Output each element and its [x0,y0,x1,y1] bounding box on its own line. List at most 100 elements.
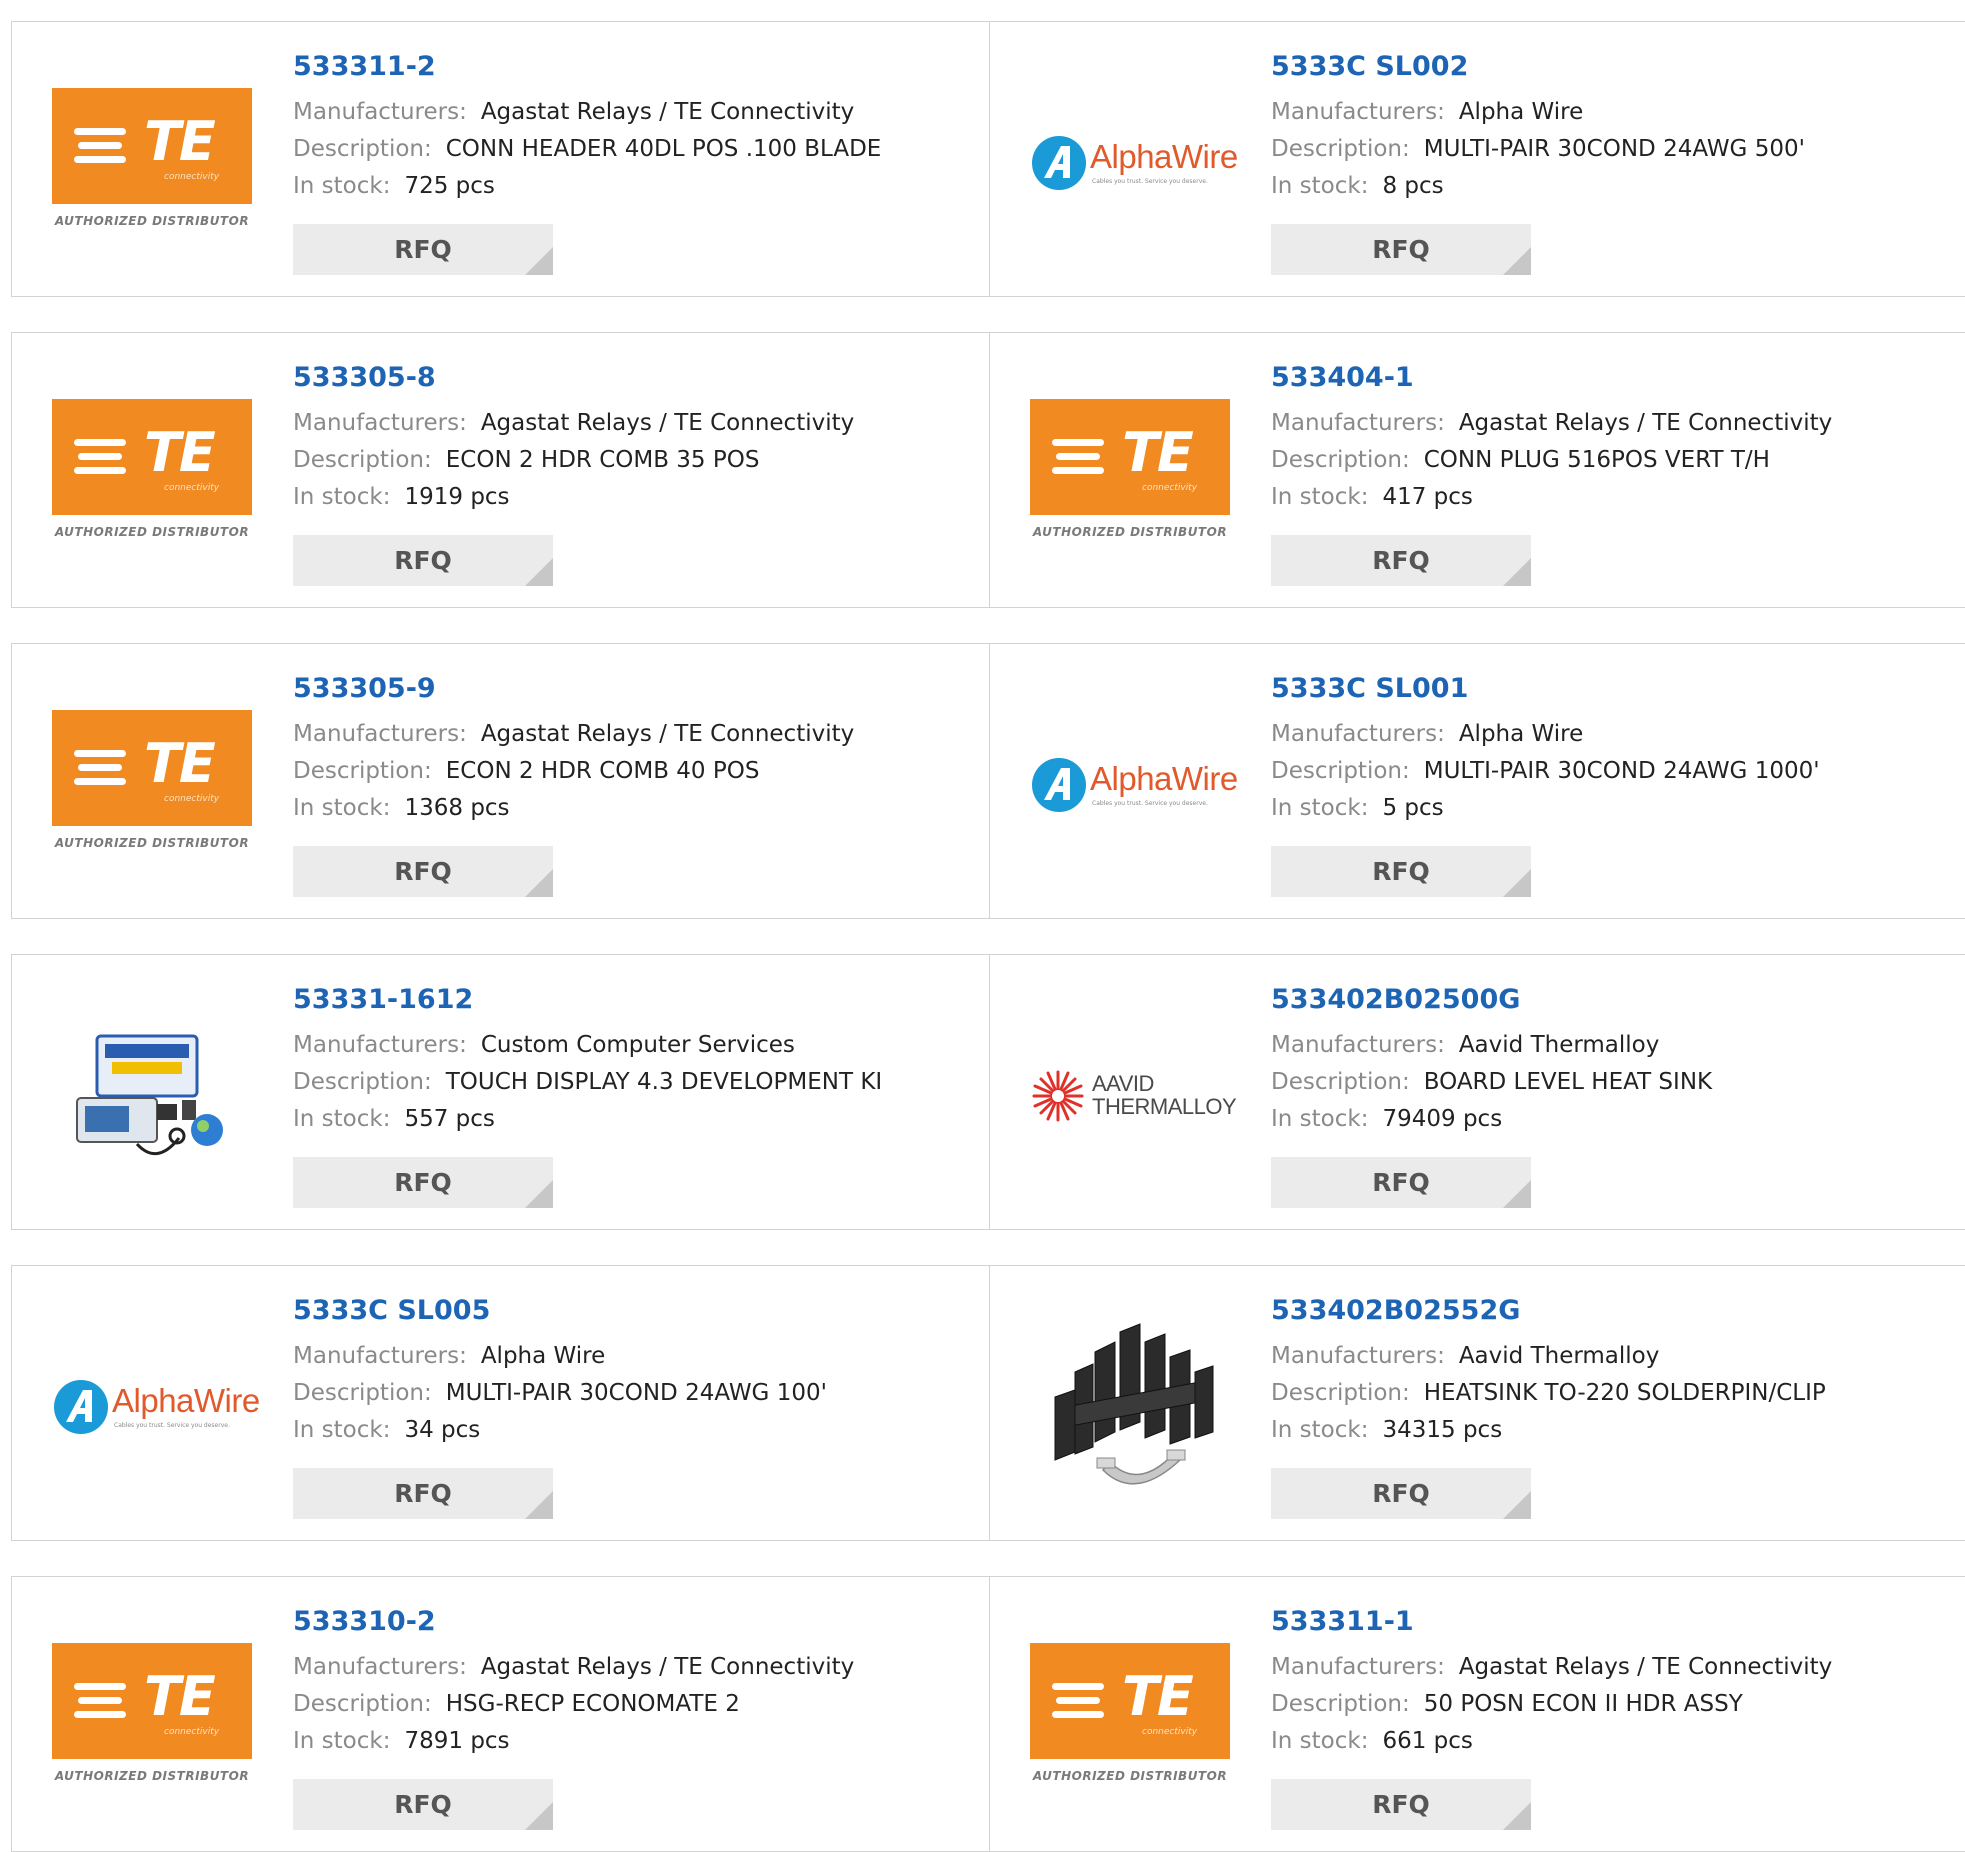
te-bars-icon [74,750,134,786]
part-number-link[interactable]: 533305-8 [293,361,854,395]
manufacturers-label: Manufacturers: [293,1032,467,1058]
corner-triangle-icon [525,1802,553,1830]
in-stock-label: In stock: [1271,795,1369,821]
description-label: Description: [293,1691,432,1717]
aavid-line2: THERMALLOY [1092,1094,1237,1119]
in-stock-label: In stock: [1271,1106,1369,1132]
description-value: MULTI-PAIR 30COND 24AWG 100' [445,1380,827,1406]
manufacturers-label: Manufacturers: [293,721,467,747]
rfq-label: RFQ [394,1168,452,1197]
description-value: HEATSINK TO-220 SOLDERPIN/CLIP [1423,1380,1826,1406]
manufacturer-value: Agastat Relays / TE Connectivity [1458,410,1833,436]
rfq-button[interactable]: RFQ [1271,846,1531,897]
manufacturer-row: Manufacturers: Agastat Relays / TE Connec… [293,405,854,442]
description-label: Description: [1271,1691,1410,1717]
part-number-link[interactable]: 5333C SL005 [293,1294,827,1328]
rfq-label: RFQ [1372,1790,1430,1819]
part-number-link[interactable]: 5333C SL001 [1271,672,1820,706]
manufacturer-logo: AlphaWire Cables you trust. Service you … [1030,710,1238,860]
product-info: 533305-8 Manufacturers: Agastat Relays / T… [293,361,854,516]
manufacturer-value: Agastat Relays / TE Connectivity [480,721,855,747]
part-number-link[interactable]: 533305-9 [293,672,854,706]
te-bars-icon [74,128,134,164]
part-number-link[interactable]: 5333C SL002 [1271,50,1805,84]
te-logo: TE connectivity AUTHORIZED DISTRIBUTOR [52,88,252,238]
corner-triangle-icon [525,1491,553,1519]
manufacturer-row: Manufacturers: Agastat Relays / TE Connec… [293,94,881,131]
stock-row: In stock: 557 pcs [293,1101,882,1138]
part-number-link[interactable]: 533311-1 [1271,1605,1832,1639]
part-number-link[interactable]: 533311-2 [293,50,881,84]
te-logo: TE connectivity AUTHORIZED DISTRIBUTOR [1030,1643,1230,1793]
te-sub-text: connectivity [164,172,220,182]
te-bars-icon [1052,1683,1112,1719]
part-number-link[interactable]: 533402B02500G [1271,983,1712,1017]
stock-value: 8 pcs [1382,173,1444,199]
manufacturer-row: Manufacturers: Agastat Relays / TE Connec… [293,716,854,753]
rfq-button[interactable]: RFQ [1271,1468,1531,1519]
rfq-label: RFQ [394,1479,452,1508]
part-number-link[interactable]: 533404-1 [1271,361,1832,395]
description-value: TOUCH DISPLAY 4.3 DEVELOPMENT KI [445,1069,883,1095]
product-card: TE connectivity AUTHORIZED DISTRIBUTOR 5… [989,332,1965,608]
description-value: ECON 2 HDR COMB 35 POS [445,447,760,473]
rfq-button[interactable]: RFQ [293,846,553,897]
rfq-button[interactable]: RFQ [1271,1779,1531,1830]
rfq-button[interactable]: RFQ [1271,1157,1531,1208]
alphawire-brand-text: AlphaWire [1090,760,1238,797]
part-number-link[interactable]: 53331-1612 [293,983,882,1017]
authorized-distributor-text: AUTHORIZED DISTRIBUTOR [54,525,250,539]
manufacturer-value: Aavid Thermalloy [1458,1032,1660,1058]
rfq-label: RFQ [1372,1168,1430,1197]
in-stock-label: In stock: [293,1417,391,1443]
product-card: TE connectivity AUTHORIZED DISTRIBUTOR 5… [11,1576,990,1852]
rfq-button[interactable]: RFQ [293,1157,553,1208]
te-brand-text: TE [144,732,216,795]
description-row: Description: MULTI-PAIR 30COND 24AWG 100' [293,1375,827,1412]
stock-row: In stock: 8 pcs [1271,168,1805,205]
stock-value: 34 pcs [404,1417,481,1443]
te-brand-text: TE [144,110,216,173]
manufacturer-row: Manufacturers: Custom Computer Services [293,1027,882,1064]
manufacturers-label: Manufacturers: [293,1343,467,1369]
rfq-button[interactable]: RFQ [293,1468,553,1519]
manufacturers-label: Manufacturers: [293,410,467,436]
te-logo: TE connectivity AUTHORIZED DISTRIBUTOR [52,1643,252,1793]
description-row: Description: CONN HEADER 40DL POS .100 BL… [293,131,881,168]
manufacturers-label: Manufacturers: [293,99,467,125]
rfq-button[interactable]: RFQ [293,1779,553,1830]
rfq-button[interactable]: RFQ [1271,535,1531,586]
description-label: Description: [293,1380,432,1406]
rfq-button[interactable]: RFQ [293,224,553,275]
manufacturer-logo: TE connectivity AUTHORIZED DISTRIBUTOR [52,1643,252,1793]
heatsink-image [1054,1323,1214,1485]
part-number-link[interactable]: 533310-2 [293,1605,854,1639]
product-info: 5333C SL001 Manufacturers: Alpha Wire Descr… [1271,672,1820,827]
te-logo: TE connectivity AUTHORIZED DISTRIBUTOR [52,710,252,860]
description-value: CONN PLUG 516POS VERT T/H [1423,447,1770,473]
manufacturer-value: Agastat Relays / TE Connectivity [480,99,855,125]
stock-row: In stock: 34 pcs [293,1412,827,1449]
corner-triangle-icon [1503,1180,1531,1208]
description-value: HSG-RECP ECONOMATE 2 [445,1691,740,1717]
rfq-button[interactable]: RFQ [293,535,553,586]
alphawire-a-icon [1032,136,1086,190]
stock-value: 1368 pcs [404,795,510,821]
alphawire-logo: AlphaWire Cables you trust. Service you … [1030,750,1238,820]
description-row: Description: HEATSINK TO-220 SOLDERPIN/CL… [1271,1375,1826,1412]
manufacturer-row: Manufacturers: Alpha Wire [1271,716,1820,753]
description-label: Description: [1271,1380,1410,1406]
stock-value: 7891 pcs [404,1728,510,1754]
manufacturer-row: Manufacturers: Aavid Thermalloy [1271,1338,1826,1375]
description-label: Description: [293,447,432,473]
rfq-button[interactable]: RFQ [1271,224,1531,275]
corner-triangle-icon [1503,558,1531,586]
te-bars-icon [1052,439,1112,475]
in-stock-label: In stock: [293,795,391,821]
te-sub-text: connectivity [164,794,220,804]
part-number-link[interactable]: 533402B02552G [1271,1294,1826,1328]
aavid-starburst-icon [1032,1070,1084,1122]
authorized-distributor-text: AUTHORIZED DISTRIBUTOR [54,214,250,228]
description-label: Description: [293,758,432,784]
product-info: 533305-9 Manufacturers: Agastat Relays / T… [293,672,854,827]
